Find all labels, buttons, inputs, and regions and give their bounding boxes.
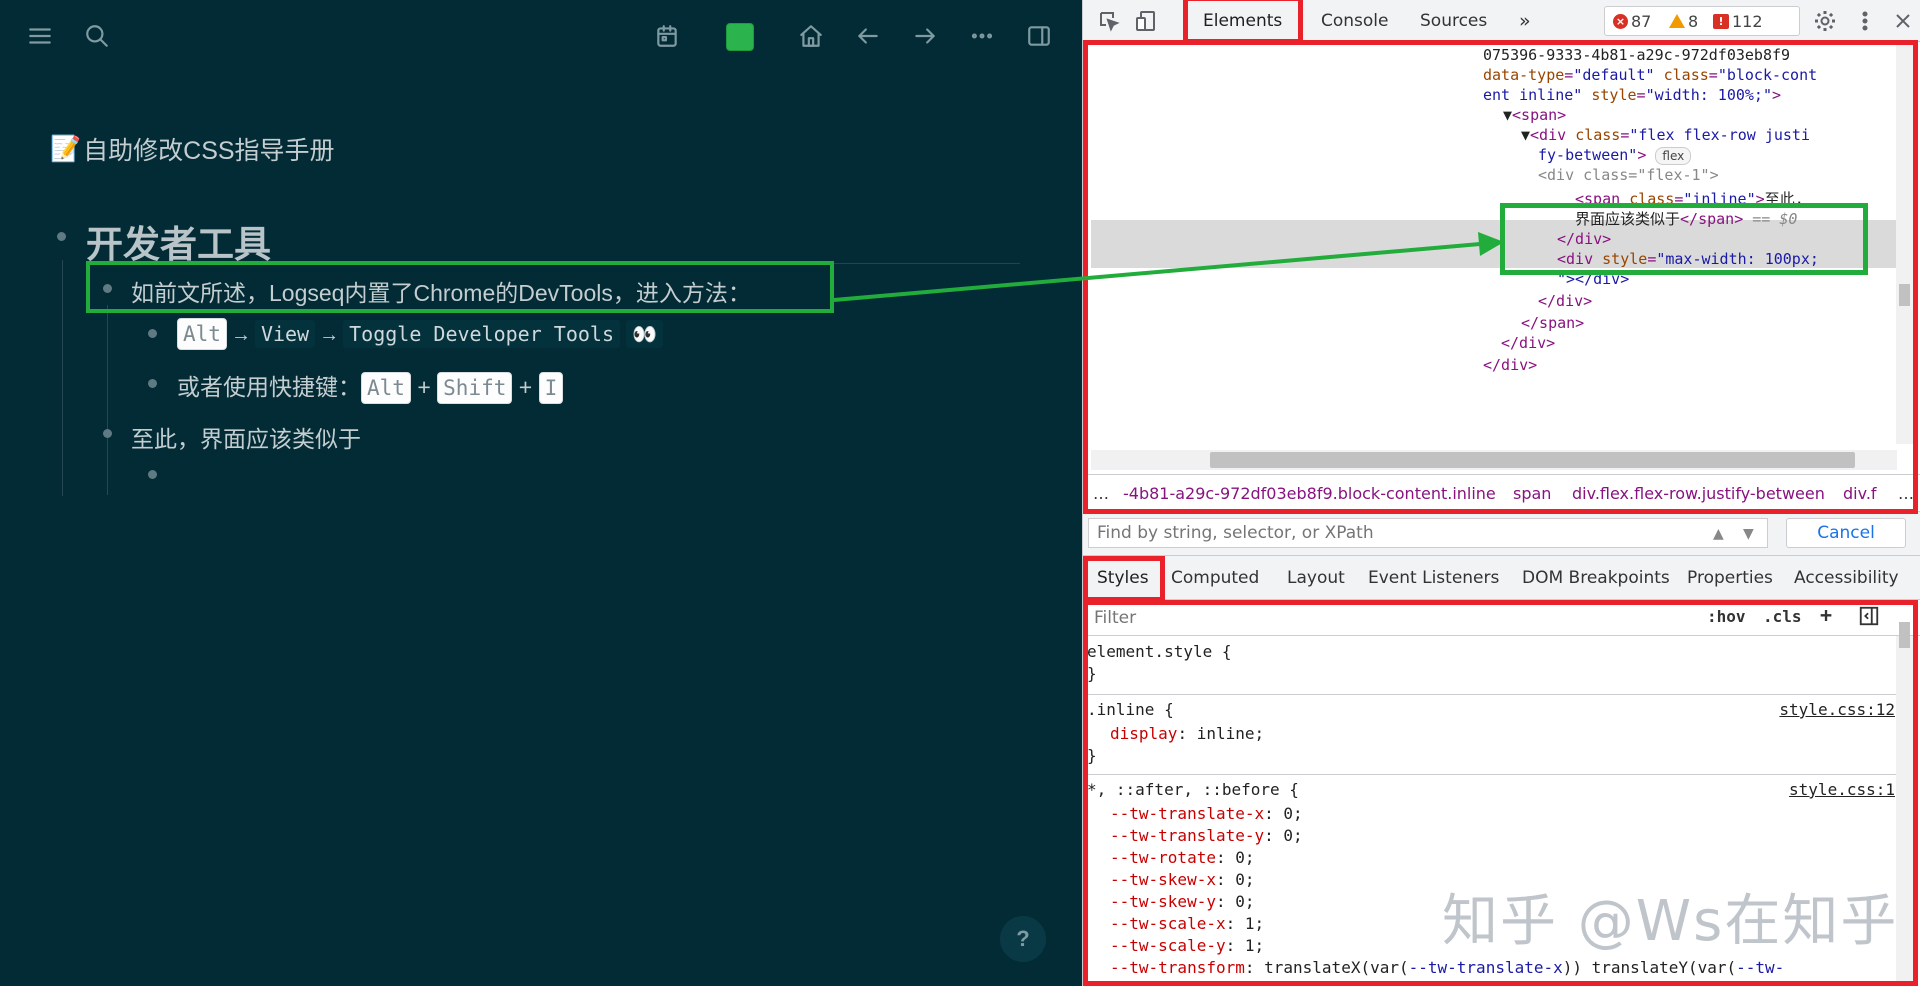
red-annotation-elements-tab [1183,0,1303,44]
cancel-button[interactable]: Cancel [1786,518,1906,548]
gear-icon[interactable] [1813,9,1837,33]
green-annotation-box [86,261,834,313]
styles-subtabs: Styles Computed Layout Event Listeners D… [1083,556,1920,600]
block-guide-line [62,260,63,496]
theme-color-square[interactable] [726,23,754,51]
calendar-icon[interactable] [648,17,686,55]
watermark: 知乎 @Ws在知乎 [1442,889,1899,954]
block-text[interactable]: 至此，界面应该类似于 [131,420,361,454]
kbd-i: I [538,372,564,404]
issue-icon: ! [1713,13,1729,29]
kbd-alt: Alt [361,372,411,404]
tab-computed[interactable]: Computed [1163,556,1267,600]
logseq-app: 📝 自助修改CSS指导手册 开发者工具 如前文所述，Logseq内置了Chrom… [0,0,1082,986]
issue-count: 112 [1732,11,1763,31]
inspect-element-icon[interactable] [1097,9,1121,33]
kebab-menu-icon[interactable] [1853,9,1877,33]
empty-block-bullet[interactable] [148,470,157,479]
green-annotation-selected-node [1500,203,1868,275]
issues-count-badge[interactable]: ! 112 [1713,9,1763,33]
block-bullet[interactable] [57,232,66,241]
kbd-alt: Alt [177,318,227,350]
tab-layout[interactable]: Layout [1279,556,1353,600]
page-title-text: 自助修改CSS指导手册 [83,137,335,165]
arrow-glyph: → [319,324,340,346]
help-button[interactable]: ? [1000,916,1046,962]
block-bullet[interactable] [103,429,112,438]
more-icon[interactable] [963,17,1001,55]
warning-icon [1669,14,1685,28]
tab-event-listeners[interactable]: Event Listeners [1360,556,1507,600]
red-annotation-styles-tab [1083,556,1165,602]
warning-count: 8 [1688,11,1699,31]
find-bar: ▲ ▼ Cancel [1083,512,1920,556]
menu-path-block[interactable]: Alt → View → Toggle Developer Tools 👀 [177,318,664,350]
warning-count-badge[interactable]: 8 [1669,9,1698,33]
heading-block[interactable]: 开发者工具 [86,214,271,268]
kbd-shift: Shift [437,372,513,404]
tab-sources[interactable]: Sources [1408,0,1499,42]
close-icon[interactable] [1891,9,1915,33]
menu-icon[interactable] [21,17,59,55]
eyes-icon: 👀 [626,320,664,348]
more-tabs-chevron-icon[interactable]: » [1507,0,1543,42]
forward-arrow-icon[interactable] [906,17,944,55]
shortcut-block[interactable]: 或者使用快捷键： Alt + Shift + I [177,368,564,404]
page-title[interactable]: 📝 自助修改CSS指导手册 [50,131,335,167]
code-view: View [254,320,316,348]
tab-properties[interactable]: Properties [1679,556,1781,600]
home-icon[interactable] [792,17,830,55]
find-next-icon[interactable]: ▼ [1743,526,1754,542]
error-count: 87 [1631,11,1652,31]
plus-glyph: + [417,374,431,400]
right-sidebar-icon[interactable] [1020,17,1058,55]
plus-glyph: + [518,374,533,400]
memo-icon: 📝 [50,134,82,163]
tab-accessibility[interactable]: Accessibility [1786,556,1907,600]
tab-console[interactable]: Console [1309,0,1401,42]
back-arrow-icon[interactable] [849,17,887,55]
find-prev-icon[interactable]: ▲ [1713,526,1724,542]
tab-dom-breakpoints[interactable]: DOM Breakpoints [1514,556,1678,600]
shortcut-label: 或者使用快捷键： [177,374,361,400]
device-toolbar-icon[interactable] [1135,9,1159,33]
error-icon: × [1613,13,1628,29]
block-guide-line [107,305,108,495]
arrow-glyph: → [230,324,251,346]
code-toggle-devtools: Toggle Developer Tools [343,320,621,348]
search-icon[interactable] [78,17,116,55]
red-annotation-dom-panel [1083,40,1918,514]
find-input[interactable] [1088,518,1768,548]
block-bullet[interactable] [148,329,157,338]
block-bullet[interactable] [148,379,157,388]
error-count-badge[interactable]: × 87 [1613,9,1651,33]
